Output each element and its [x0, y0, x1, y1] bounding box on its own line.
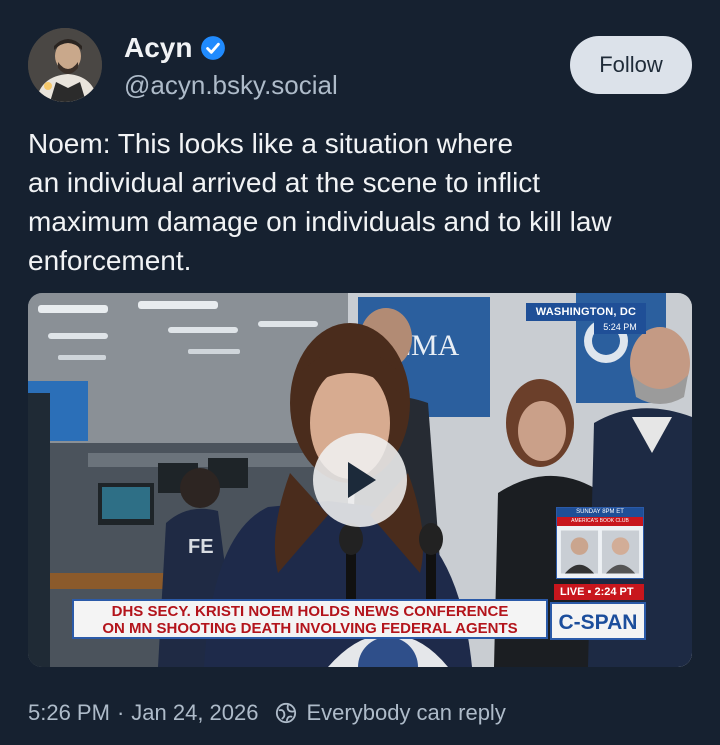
- jacket-text: FE: [188, 536, 214, 558]
- play-button[interactable]: [313, 433, 407, 527]
- promo-panel: SUNDAY 8PM ET AMERICA'S BOOK CLUB: [556, 507, 644, 579]
- chyron-line-1: DHS SECY. KRISTI NOEM HOLDS NEWS CONFERE…: [111, 603, 509, 620]
- network-logo: C-SPAN: [550, 602, 646, 640]
- play-icon: [348, 462, 376, 498]
- promo-portraits: [560, 530, 640, 574]
- reply-setting[interactable]: Everybody can reply: [307, 700, 506, 726]
- promo-top-text: SUNDAY 8PM ET: [557, 508, 643, 517]
- post-meta: 5:26 PM · Jan 24, 2026 Everybody can rep…: [28, 698, 506, 728]
- avatar-image: [28, 28, 102, 102]
- author-name-row: Acyn: [124, 30, 226, 66]
- post-time: 5:26 PM: [28, 700, 110, 725]
- news-chyron: DHS SECY. KRISTI NOEM HOLDS NEWS CONFERE…: [72, 599, 548, 639]
- live-bug: LIVE ▪ 2:24 PT: [554, 584, 644, 600]
- location-bug: WASHINGTON, DC: [526, 303, 646, 321]
- verified-badge-icon[interactable]: [200, 35, 226, 61]
- chyron-line-2: ON MN SHOOTING DEATH INVOLVING FEDERAL A…: [102, 620, 518, 637]
- globe-icon: [275, 702, 296, 724]
- video-player[interactable]: FE FEMA WASHINGTON, DC 5:24 PM SUNDAY 8P…: [28, 293, 692, 667]
- location-time: 5:24 PM: [594, 321, 646, 334]
- promo-title: AMERICA'S BOOK CLUB: [557, 517, 643, 526]
- post-date: Jan 24, 2026: [131, 700, 259, 725]
- author-display-name[interactable]: Acyn: [124, 30, 192, 66]
- author-handle[interactable]: @acyn.bsky.social: [124, 68, 338, 102]
- meta-separator: ·: [116, 700, 125, 725]
- post-text: Noem: This looks like a situation where …: [28, 128, 612, 276]
- follow-button[interactable]: Follow: [570, 36, 692, 94]
- post-card: Acyn @acyn.bsky.social Follow Noem: This…: [0, 0, 720, 745]
- author-avatar[interactable]: [28, 28, 102, 102]
